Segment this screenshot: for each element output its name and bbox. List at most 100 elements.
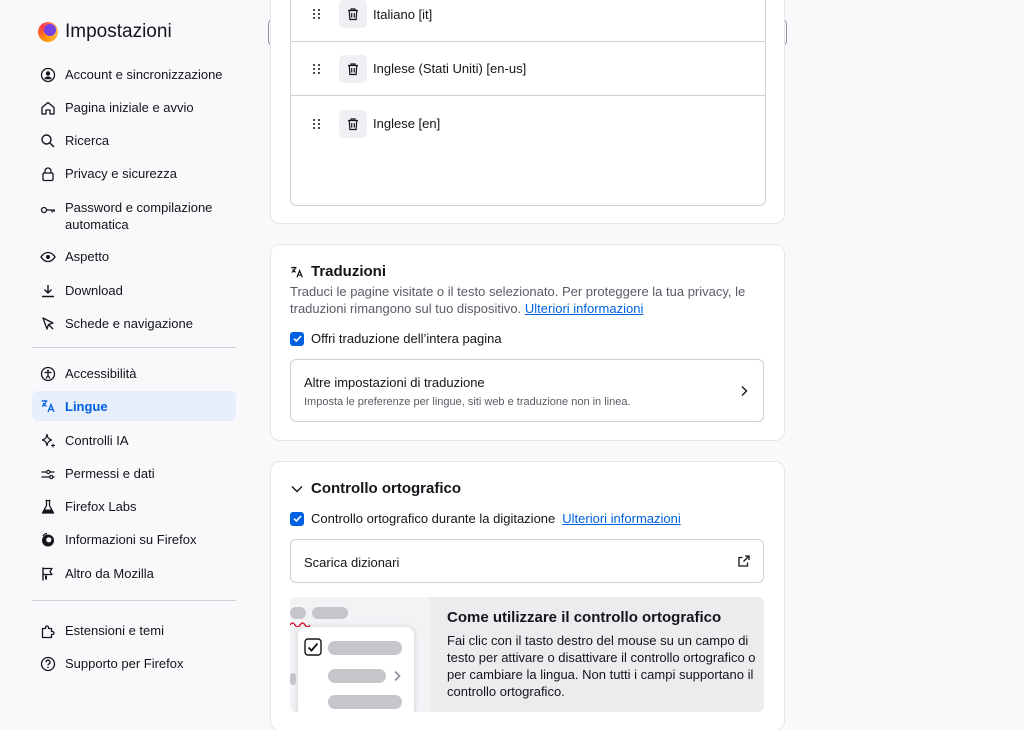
drag-handle-icon[interactable]: [313, 63, 321, 74]
sliders-icon: [41, 469, 55, 480]
sidebar-item-label: Informazioni su Firefox: [65, 532, 197, 547]
sidebar-item-label: Firefox Labs: [65, 499, 137, 514]
learn-more-link[interactable]: Ulteriori informazioni: [525, 301, 643, 316]
promo-text: Fai clic con il tasto destro del mouse s…: [447, 633, 756, 699]
sidebar-item-accessibility[interactable]: Accessibilità: [32, 365, 236, 382]
sidebar-item-label: Schede e navigazione: [65, 316, 193, 331]
section-title: Controllo ortografico: [311, 480, 461, 497]
checkbox[interactable]: [290, 331, 304, 346]
drag-handle-icon[interactable]: [313, 118, 321, 129]
spellcheck-heading[interactable]: Controllo ortografico: [290, 480, 461, 497]
sidebar-item-ai-controls[interactable]: Controlli IA: [32, 432, 236, 449]
chevron-down-icon: [291, 485, 303, 492]
offer-translation-checkbox[interactable]: Offri traduzione dell’intera pagina: [290, 331, 502, 346]
sidebar-item-label: Permessi e dati: [65, 466, 155, 481]
sidebar-item-appearance[interactable]: Aspetto: [32, 248, 236, 265]
delete-language-button[interactable]: [339, 54, 367, 83]
drag-handle-icon[interactable]: [313, 9, 321, 19]
trash-icon: [348, 8, 358, 21]
sidebar-divider: [32, 600, 236, 601]
cursor-icon: [42, 317, 54, 330]
sidebar-item-passwords[interactable]: Password e compilazione automatica: [32, 199, 236, 233]
sidebar-item-home[interactable]: Pagina iniziale e avvio: [32, 99, 236, 116]
spellcheck-promo: Come utilizzare il controllo ortografico…: [290, 597, 764, 712]
sidebar: Impostazioni Account e sincronizzazione …: [0, 0, 250, 730]
check-icon: [292, 515, 302, 523]
translations-card: Traduzioni Traduci le pagine visitate o …: [270, 244, 785, 441]
trash-icon: [348, 117, 358, 130]
illustration-pill: [328, 641, 402, 655]
chevron-right-icon: [741, 386, 748, 396]
delete-language-button[interactable]: [339, 109, 367, 138]
sidebar-item-search[interactable]: Ricerca: [32, 132, 236, 149]
download-dictionaries-button[interactable]: Scarica dizionari: [290, 539, 764, 583]
check-icon: [292, 335, 302, 343]
key-icon: [40, 206, 55, 214]
illustration-pill: [290, 607, 306, 619]
sidebar-item-label: Accessibilità: [65, 366, 137, 381]
translations-heading: Traduzioni: [290, 263, 386, 280]
sidebar-divider: [32, 347, 236, 348]
sparkle-icon: [41, 433, 55, 448]
chevron-right-icon: [394, 670, 401, 682]
sidebar-item-downloads[interactable]: Download: [32, 282, 236, 299]
home-icon: [41, 101, 55, 115]
external-link-icon: [738, 555, 750, 567]
flag-icon: [42, 567, 53, 581]
eye-icon: [40, 251, 56, 263]
sidebar-item-tabs[interactable]: Schede e navigazione: [32, 315, 236, 332]
firefox-logo-icon: [38, 22, 58, 42]
sidebar-item-label: Pagina iniziale e avvio: [65, 100, 194, 115]
sidebar-item-label: Password e compilazione automatica: [65, 200, 213, 232]
translations-description: Traduci le pagine visitate o il testo se…: [290, 283, 760, 317]
checkbox-label: Offri traduzione dell’intera pagina: [311, 331, 502, 346]
sidebar-item-more-mozilla[interactable]: Altro da Mozilla: [32, 565, 236, 582]
sidebar-item-label: Ricerca: [65, 133, 110, 148]
delete-language-button[interactable]: [339, 0, 367, 28]
learn-more-link[interactable]: Ulteriori informazioni: [562, 511, 680, 526]
lock-icon: [42, 167, 54, 182]
language-name: Italiano [it]: [373, 6, 433, 22]
sidebar-item-firefox-labs[interactable]: Firefox Labs: [32, 498, 236, 515]
search-icon: [41, 134, 55, 148]
sidebar-item-extensions[interactable]: Estensioni e temi: [32, 622, 236, 639]
sidebar-item-label: Privacy e sicurezza: [65, 166, 177, 181]
language-name: Inglese (Stati Uniti) [en-us]: [373, 61, 527, 76]
translate-icon: [291, 266, 303, 277]
sidebar-item-languages[interactable]: Lingue: [32, 391, 236, 421]
sidebar-item-support[interactable]: Supporto per Firefox: [32, 655, 236, 672]
more-translation-settings-button[interactable]: Altre impostazioni di traduzione Imposta…: [290, 359, 764, 422]
spellcheck-checkbox[interactable]: Controllo ortografico durante la digitaz…: [290, 511, 681, 526]
checkbox[interactable]: [290, 511, 304, 526]
illustration-pill: [312, 607, 348, 619]
account-icon: [40, 67, 56, 83]
puzzle-icon: [41, 625, 55, 639]
sidebar-item-permissions[interactable]: Permessi e dati: [32, 465, 236, 482]
context-menu-illustration: [298, 627, 414, 712]
trash-icon: [348, 62, 358, 75]
button-subtitle: Imposta le preferenze per lingue, siti w…: [304, 396, 631, 408]
sidebar-item-label: Supporto per Firefox: [65, 656, 184, 671]
section-title: Traduzioni: [311, 263, 386, 280]
checkbox-label: Controllo ortografico durante la digitaz…: [311, 511, 556, 526]
list-item: Inglese [en]: [291, 95, 765, 151]
sidebar-item-label: Lingue: [65, 398, 108, 414]
page-title: Impostazioni: [65, 21, 172, 42]
languages-card: Italiano [it] Inglese (Stati Uniti) [en-…: [270, 0, 785, 224]
help-icon: [40, 656, 56, 672]
sidebar-item-account[interactable]: Account e sincronizzazione: [32, 66, 236, 83]
button-title: Altre impostazioni di traduzione: [304, 375, 485, 390]
promo-title: Come utilizzare il controllo ortografico: [447, 609, 722, 626]
sidebar-item-label: Download: [65, 283, 123, 298]
sidebar-item-label: Aspetto: [65, 249, 110, 264]
sidebar-item-label: Estensioni e temi: [65, 623, 164, 638]
sidebar-item-about-firefox[interactable]: Informazioni su Firefox: [32, 531, 236, 548]
language-list: Italiano [it] Inglese (Stati Uniti) [en-…: [290, 0, 766, 206]
brand: Impostazioni: [38, 21, 172, 43]
button-title: Scarica dizionari: [304, 555, 400, 570]
translate-icon: [41, 400, 55, 413]
sidebar-item-privacy[interactable]: Privacy e sicurezza: [32, 165, 236, 182]
language-name: Inglese [en]: [373, 116, 441, 131]
illustration-pill: [328, 669, 386, 683]
promo-illustration: [290, 597, 430, 712]
